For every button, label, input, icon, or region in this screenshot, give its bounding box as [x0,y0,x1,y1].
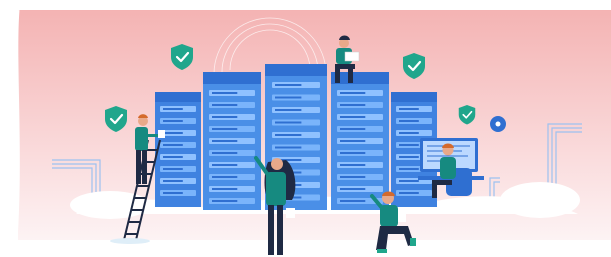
server-slot-indicator [399,192,419,194]
server-slot-indicator [340,128,366,130]
server-slot-indicator [212,152,238,154]
server-slot-indicator [163,144,183,146]
server-slot-indicator [275,121,302,124]
server-slot-indicator [340,140,366,142]
server-slot-indicator [340,104,366,106]
server-slot-indicator [163,168,183,170]
server-slot-indicator [340,188,366,190]
server-slot-indicator [212,92,238,94]
server-slot-indicator [399,108,419,110]
server-slot-indicator [399,132,419,134]
server-slot-indicator [399,120,419,122]
server-slot-indicator [275,84,302,86]
server-slot-indicator [340,164,366,166]
server-slot-indicator [163,192,183,194]
target-dot-icon [490,116,506,132]
server-slot-indicator [399,156,419,158]
server-slot-indicator [275,134,302,136]
server-slot-indicator [212,140,238,142]
server-slot-indicator [340,152,366,154]
server-slot-indicator [212,200,238,202]
data-center-illustration [14,9,611,255]
server-slot-indicator [275,146,302,149]
server-slot-indicator [212,188,238,190]
server-slot-indicator [163,180,183,182]
server-slot-indicator [163,156,183,158]
server-slot-indicator [163,120,183,122]
server-slot-indicator [399,144,419,146]
server-slot-indicator [275,96,302,99]
server-slot-indicator [340,176,366,178]
ladder-shadow [110,238,150,244]
server-slot-indicator [212,104,238,106]
server-slot-indicator [212,176,238,178]
server-slot-indicator [163,108,183,110]
server-slot-indicator [399,180,419,182]
server-slot-indicator [275,109,302,111]
server-slot-indicator [212,116,238,118]
server-slot-indicator [340,200,366,202]
server-slot-indicator [340,116,366,118]
server-slot-indicator [212,164,238,166]
server-slot-indicator [163,132,183,134]
server-slot-indicator [340,92,366,94]
server-slot-indicator [399,168,419,170]
server-slot-indicator [212,128,238,130]
